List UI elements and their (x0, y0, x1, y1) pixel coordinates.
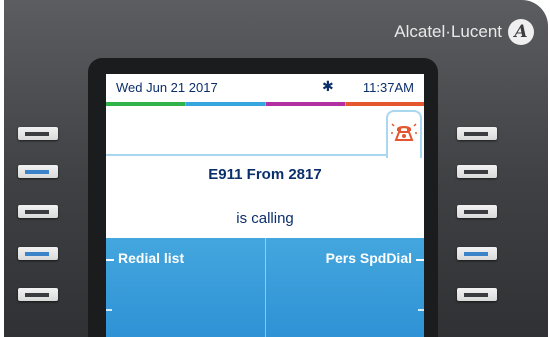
ringing-phone-icon (391, 123, 417, 141)
left-key-3[interactable] (18, 205, 58, 218)
display-screen: Wed Jun 21 2017 ✱ 11:37AM E911 From 2817… (106, 74, 424, 337)
caller-name: E911 From 2817 (208, 166, 322, 183)
redial-list-softkey[interactable]: Redial list (118, 250, 184, 266)
right-key-4[interactable] (457, 247, 497, 260)
panel-divider (106, 154, 386, 156)
softkey-left-marker (106, 259, 114, 261)
status-time: 11:37AM (362, 80, 414, 95)
left-key-1[interactable] (18, 127, 58, 140)
softkey-right-marker-2 (418, 309, 424, 311)
brand-name: Alcatel·Lucent (394, 22, 502, 41)
right-key-2[interactable] (457, 165, 497, 178)
right-key-5[interactable] (457, 288, 497, 301)
right-key-3[interactable] (457, 205, 497, 218)
pers-spddial-softkey[interactable]: Pers SpdDial (326, 250, 412, 266)
bluetooth-icon: ✱ (322, 78, 334, 94)
softkey-left-marker-2 (106, 309, 112, 311)
left-key-2[interactable] (18, 165, 58, 178)
brand-logo-icon: A (508, 19, 534, 45)
left-key-4[interactable] (18, 247, 58, 260)
status-bar: Wed Jun 21 2017 ✱ 11:37AM (106, 74, 424, 102)
softkey-divider (265, 238, 266, 337)
status-date: Wed Jun 21 2017 (116, 80, 218, 95)
left-key-5[interactable] (18, 288, 58, 301)
brand: Alcatel·Lucent A (394, 18, 534, 46)
call-tab[interactable] (386, 110, 422, 158)
right-key-1[interactable] (457, 127, 497, 140)
softkey-right-marker (416, 259, 424, 261)
call-status: is calling (236, 210, 294, 227)
